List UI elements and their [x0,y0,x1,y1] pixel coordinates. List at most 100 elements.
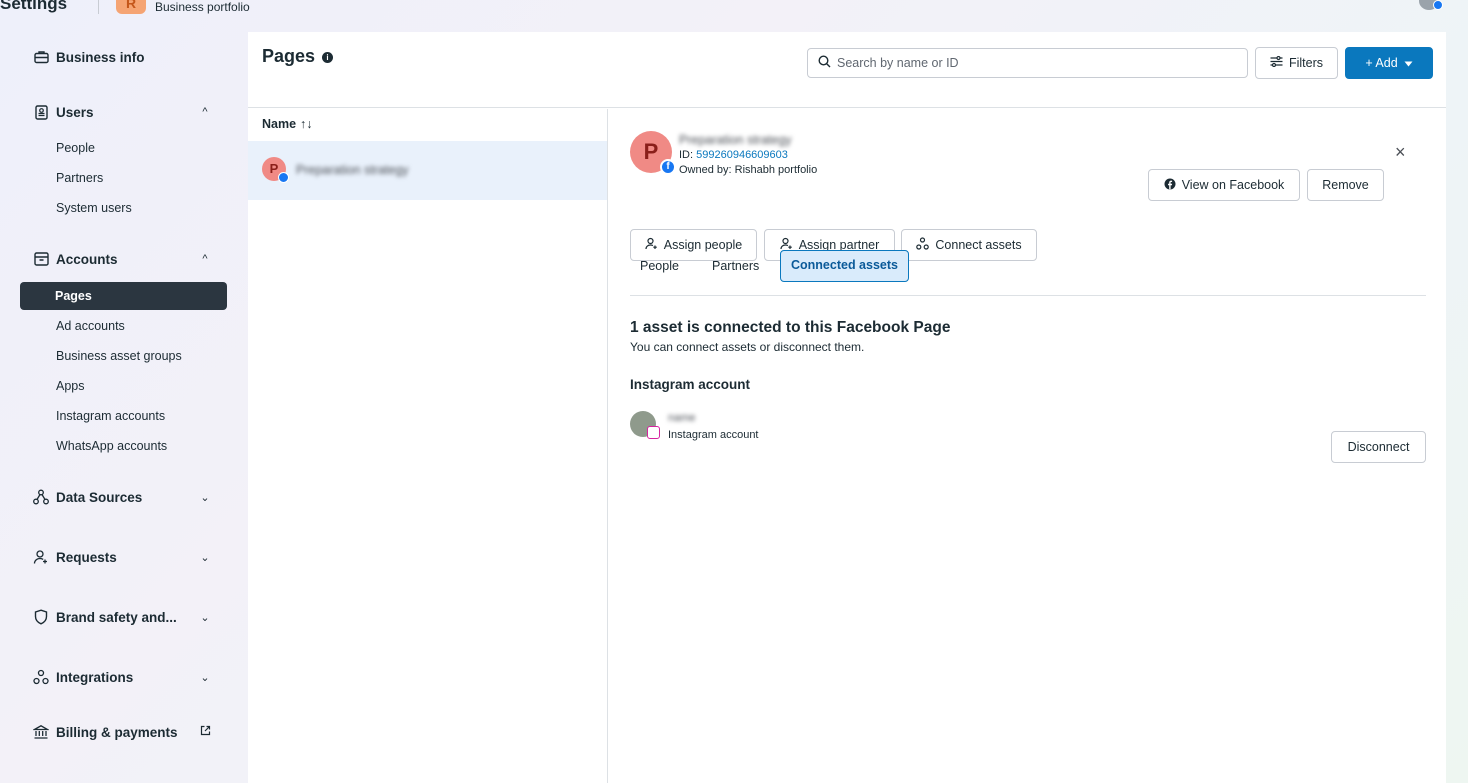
top-bar: Settings R Business portfolio [0,0,1468,16]
sidebar-label: Integrations [56,669,134,685]
table-row[interactable]: P Preparation strategy [248,141,607,200]
view-on-facebook-button[interactable]: View on Facebook [1148,169,1300,201]
sidebar-item-accounts[interactable]: Accounts ^ [32,247,212,271]
sidebar-item-users[interactable]: Users ^ [32,100,212,124]
page-title: Pages [262,46,316,66]
portfolio-avatar[interactable]: R [116,0,146,14]
sidebar-item-data-sources[interactable]: Data Sources ⌄ [32,485,212,509]
page-detail-panel: P f Preparation strategy ID: 59926094660… [609,109,1446,783]
search-icon [818,55,831,71]
add-button[interactable]: + Add [1345,47,1433,79]
sidebar-item-apps[interactable]: Apps [56,377,85,395]
facebook-icon [1164,178,1176,193]
chevron-down-icon: ⌄ [200,551,210,564]
avatar-initial: P [643,139,659,164]
sidebar-label: Business info [56,49,145,65]
id-card-icon [32,103,50,121]
bank-icon [32,723,50,741]
tab-people[interactable]: People [630,250,689,282]
sidebar-label: Brand safety and... [56,609,177,625]
chevron-down-icon: ⌄ [200,611,210,624]
facebook-badge-icon: f [660,159,676,175]
filters-button[interactable]: Filters [1255,47,1338,79]
page-name: Preparation strategy [296,163,409,177]
tab-divider [630,295,1426,296]
main-panel: Pages i Filters + Add Name↑↓ P Prep [248,32,1446,783]
sidebar-label: Accounts [56,251,118,267]
filter-sliders-icon [1270,55,1283,70]
briefcase-icon [32,48,50,66]
sidebar-item-business-info[interactable]: Business info [32,45,212,69]
sidebar-label: Data Sources [56,489,143,505]
view-on-facebook-label: View on Facebook [1181,178,1285,192]
data-sources-icon [32,488,50,506]
sidebar-item-instagram-accounts[interactable]: Instagram accounts [56,407,165,425]
instagram-icon [647,426,660,439]
connected-assets-subtitle: You can connect assets or disconnect the… [630,340,865,354]
connect-assets-label: Connect assets [935,238,1022,252]
close-icon[interactable]: × [1395,143,1406,161]
page-avatar: P f [630,131,676,175]
page-id-value[interactable]: 599260946609603 [696,149,788,161]
sidebar-item-people[interactable]: People [56,139,95,157]
instagram-avatar [630,411,660,439]
chevron-up-icon: ^ [202,253,208,265]
top-divider [98,0,99,14]
sidebar-item-requests[interactable]: Requests ⌄ [32,545,212,569]
instagram-account-name: name [668,412,696,424]
integrations-icon [32,668,50,686]
page-id-label: ID: [679,149,694,161]
disconnect-label: Disconnect [1347,440,1410,454]
avatar-initial: P [269,161,279,176]
sidebar-item-billing[interactable]: Billing & payments [32,720,212,744]
shield-icon [32,608,50,626]
connect-assets-button[interactable]: Connect assets [901,229,1037,261]
facebook-badge-icon [278,172,289,183]
remove-label: Remove [1322,178,1369,192]
search-box[interactable] [807,48,1248,78]
page-name: Preparation strategy [679,133,792,147]
name-column-header[interactable]: Name ↑↓ [262,117,313,131]
chevron-up-icon: ^ [202,106,208,118]
tab-partners[interactable]: Partners [702,250,769,282]
external-link-icon [198,725,212,739]
sidebar-item-business-asset-groups[interactable]: Business asset groups [56,347,182,365]
person-add-icon [32,548,50,566]
sidebar-label: Requests [56,549,117,565]
sidebar-item-ad-accounts[interactable]: Ad accounts [56,317,125,335]
sidebar-label: Billing & payments [56,724,178,740]
tab-connected-assets[interactable]: Connected assets [780,250,909,282]
add-label: + Add [1365,56,1398,70]
main-header: Pages i Filters + Add [248,32,1446,108]
page-id: ID: 599260946609603 [679,149,788,161]
connect-assets-icon [916,237,930,253]
sidebar-item-pages[interactable]: Pages [20,282,227,310]
search-input[interactable] [837,56,1237,70]
chevron-down-icon: ⌄ [200,491,210,504]
sidebar-item-system-users[interactable]: System users [56,199,132,217]
page-avatar: P [262,157,289,183]
sidebar-label: Users [56,104,94,120]
archive-icon [32,250,50,268]
instagram-section-title: Instagram account [630,377,751,392]
pages-list: Name ↑↓ P Preparation strategy [248,109,608,783]
sidebar: Business info Users ^ People Partners Sy… [0,32,240,783]
portfolio-label[interactable]: Business portfolio [155,0,250,14]
caret-down-icon [1404,56,1413,70]
instagram-account-type: Instagram account [668,429,759,441]
remove-button[interactable]: Remove [1307,169,1384,201]
info-icon[interactable]: i [322,52,333,63]
sidebar-item-brand-safety[interactable]: Brand safety and... ⌄ [32,605,212,629]
sidebar-item-whatsapp-accounts[interactable]: WhatsApp accounts [56,437,167,455]
app-title: Settings [0,0,68,13]
sort-icon: ↑↓ [300,117,313,131]
sidebar-item-integrations[interactable]: Integrations ⌄ [32,665,212,689]
facebook-badge-icon [1433,0,1443,10]
column-name-label: Name [262,117,297,131]
user-avatar[interactable] [1419,0,1443,10]
page-owner: Owned by: Rishabh portfolio [679,164,818,176]
sidebar-item-partners[interactable]: Partners [56,169,103,187]
connected-assets-title: 1 asset is connected to this Facebook Pa… [630,319,951,336]
filters-label: Filters [1288,56,1324,70]
disconnect-button[interactable]: Disconnect [1331,431,1426,463]
